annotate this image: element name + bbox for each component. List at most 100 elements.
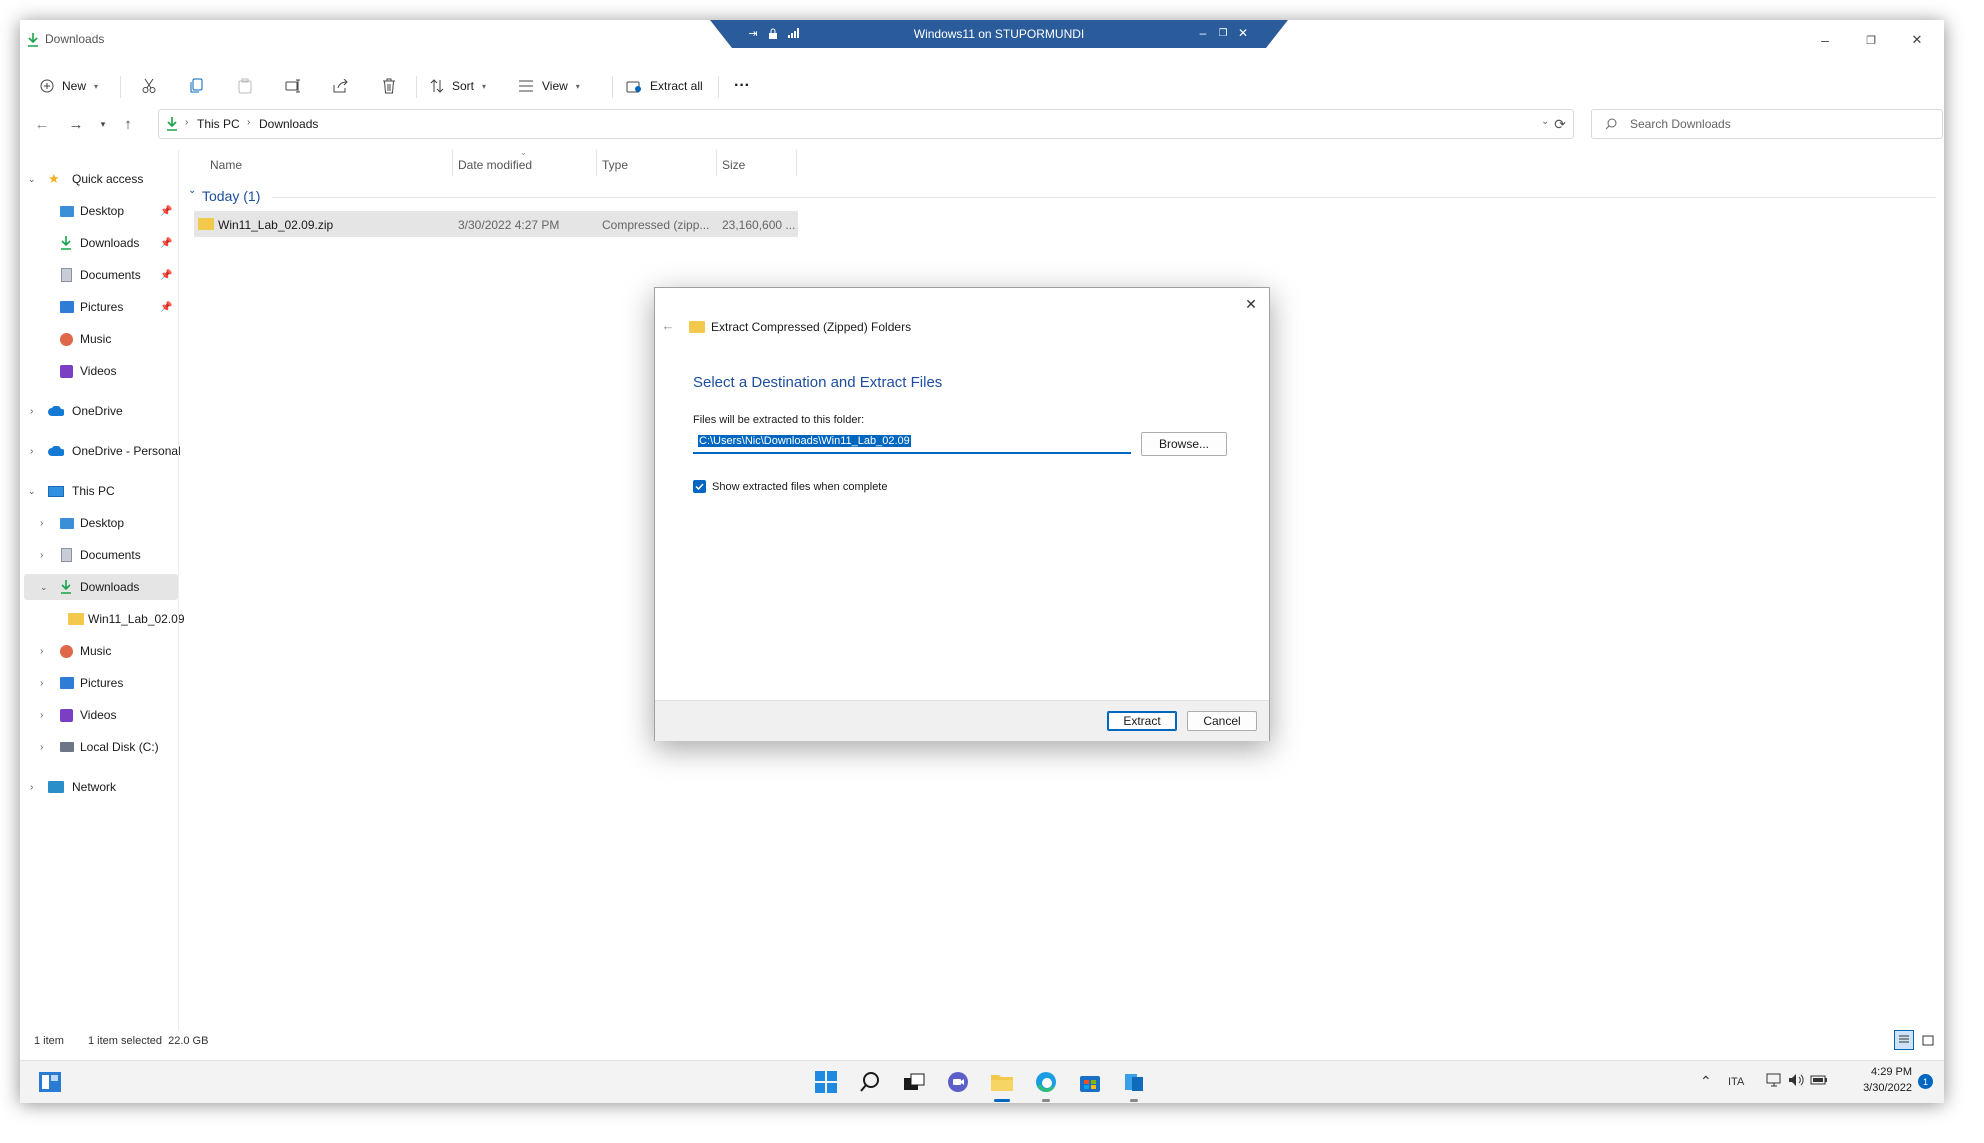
nav-item-desktop[interactable]: Desktop 📌 [20, 198, 178, 224]
search-input[interactable]: Search Downloads [1630, 117, 1731, 131]
nav-item-pc-downloads[interactable]: ⌄ Downloads [24, 574, 178, 600]
nav-item-pc-pictures[interactable]: › Pictures [20, 670, 178, 696]
delete-icon[interactable] [378, 74, 400, 98]
clock-time[interactable]: 4:29 PM [1852, 1066, 1912, 1078]
sort-button[interactable]: Sort ▾ [430, 72, 486, 100]
column-header-size[interactable]: Size [722, 158, 745, 172]
nav-item-onedrive-personal[interactable]: › OneDrive - Personal [20, 438, 181, 464]
extract-all-button[interactable]: Extract all [626, 72, 703, 100]
search-box[interactable]: Search Downloads [1591, 109, 1943, 139]
rdp-connection-bar[interactable]: Windows11 on STUPORMUNDI ⇥ – ❐ ✕ [710, 20, 1288, 48]
clock-date[interactable]: 3/30/2022 [1852, 1082, 1912, 1094]
nav-label: Desktop [80, 204, 125, 218]
nav-item-pictures[interactable]: Pictures 📌 [20, 294, 178, 320]
nav-label: OneDrive [72, 404, 123, 418]
forward-arrow-icon[interactable]: → [66, 114, 86, 134]
edge-icon[interactable] [1030, 1067, 1062, 1097]
widgets-icon[interactable] [34, 1067, 66, 1097]
checkbox-checked-icon[interactable] [693, 480, 706, 493]
column-header-name[interactable]: Name [210, 158, 242, 172]
browse-button[interactable]: Browse... [1141, 432, 1227, 456]
search-icon[interactable] [854, 1067, 886, 1097]
start-icon[interactable] [810, 1067, 842, 1097]
rdp-restore-button[interactable]: ❐ [1216, 26, 1230, 40]
nav-item-local-disk[interactable]: › Local Disk (C:) [20, 734, 178, 760]
chevron-down-icon: ▾ [575, 81, 580, 91]
breadcrumb-downloads[interactable]: Downloads [259, 117, 318, 131]
column-header-date[interactable]: Date modified [458, 158, 532, 172]
rdp-minimize-button[interactable]: – [1196, 26, 1210, 40]
details-view-icon[interactable] [1894, 1030, 1914, 1050]
pin-icon[interactable]: 📌 [160, 302, 172, 313]
nav-item-pc-music[interactable]: › Music [20, 638, 178, 664]
breadcrumb-this-pc[interactable]: This PC [197, 117, 240, 131]
pin-icon[interactable]: 📌 [160, 238, 172, 249]
destination-path-field[interactable]: C:\Users\Nic\Downloads\Win11_Lab_02.09 [693, 432, 1131, 454]
chat-icon[interactable] [942, 1067, 974, 1097]
more-options-button[interactable]: ··· [734, 72, 750, 100]
extract-button[interactable]: Extract [1107, 711, 1177, 731]
copy-icon[interactable] [186, 74, 208, 98]
rename-icon[interactable] [282, 74, 304, 98]
restore-button[interactable]: ❐ [1848, 20, 1894, 60]
volume-icon[interactable] [1788, 1073, 1804, 1087]
chevron-up-icon[interactable]: ⌃ [1700, 1073, 1712, 1090]
chevron-down-icon: ▾ [94, 81, 99, 91]
nav-item-downloads[interactable]: Downloads 📌 [20, 230, 178, 256]
view-button[interactable]: View ▾ [518, 72, 580, 100]
store-icon[interactable] [1074, 1067, 1106, 1097]
active-indicator [994, 1099, 1010, 1102]
paste-icon[interactable] [234, 74, 256, 98]
close-button[interactable]: ✕ [1894, 20, 1940, 60]
pictures-icon [60, 301, 74, 313]
pin-icon[interactable]: 📌 [160, 206, 172, 217]
nav-label: Pictures [80, 676, 124, 690]
cut-icon[interactable] [138, 74, 160, 98]
battery-icon[interactable] [1810, 1073, 1828, 1087]
pictures-icon [60, 677, 74, 689]
nav-item-videos[interactable]: Videos [20, 358, 178, 384]
tiles-view-icon[interactable] [1918, 1030, 1938, 1050]
address-dropdown-icon[interactable]: ⌄ [1541, 116, 1549, 127]
column-header-type[interactable]: Type [602, 158, 628, 172]
group-header-today[interactable]: Today (1) [202, 188, 260, 204]
address-bar[interactable]: › This PC › Downloads ⌄ [158, 109, 1574, 139]
pin-icon[interactable]: 📌 [160, 270, 172, 281]
back-arrow-icon[interactable]: ← [32, 114, 52, 134]
dialog-close-button[interactable]: ✕ [1241, 294, 1261, 314]
remote-app-icon[interactable] [1118, 1067, 1150, 1097]
nav-label: OneDrive - Personal [72, 444, 181, 458]
notification-badge[interactable]: 1 [1918, 1074, 1933, 1089]
file-explorer-icon[interactable] [986, 1067, 1018, 1097]
nav-item-this-pc[interactable]: ⌄ This PC [20, 478, 178, 504]
nav-item-win11-lab-folder[interactable]: Win11_Lab_02.09 [20, 606, 185, 632]
nav-item-music[interactable]: Music [20, 326, 178, 352]
file-row[interactable]: Win11_Lab_02.09.zip 3/30/2022 4:27 PM Co… [194, 211, 798, 237]
nav-item-quick-access[interactable]: ⌄ ★ Quick access [20, 166, 178, 192]
cancel-button[interactable]: Cancel [1187, 711, 1257, 731]
new-button[interactable]: New ▾ [40, 72, 98, 100]
chevron-right-icon: › [30, 445, 34, 457]
nav-item-pc-documents[interactable]: › Documents [20, 542, 178, 568]
group-collapse-icon[interactable]: ⌄ [188, 185, 196, 196]
language-indicator[interactable]: ITA [1728, 1076, 1744, 1088]
show-files-checkbox-row[interactable]: Show extracted files when complete [693, 480, 887, 493]
up-arrow-icon[interactable]: ↑ [118, 114, 138, 134]
refresh-icon[interactable]: ⟳ [1550, 114, 1570, 134]
nav-item-documents[interactable]: Documents 📌 [20, 262, 178, 288]
rdp-close-button[interactable]: ✕ [1236, 26, 1250, 40]
nav-item-pc-videos[interactable]: › Videos [20, 702, 178, 728]
pin-icon[interactable]: ⇥ [746, 26, 760, 40]
dialog-footer: Extract Cancel [655, 700, 1269, 741]
nav-item-onedrive[interactable]: › OneDrive [20, 398, 178, 424]
share-icon[interactable] [330, 74, 352, 98]
dialog-back-arrow-icon[interactable]: ← [659, 316, 677, 334]
recent-locations-icon[interactable]: ▾ [96, 114, 110, 134]
task-view-icon[interactable] [898, 1067, 930, 1097]
nav-item-pc-desktop[interactable]: › Desktop [20, 510, 178, 536]
network-status-icon[interactable] [1766, 1073, 1782, 1087]
nav-item-network[interactable]: › Network [20, 774, 178, 800]
document-icon [61, 548, 72, 562]
chevron-down-icon: ⌄ [28, 173, 36, 184]
minimize-button[interactable]: – [1802, 20, 1848, 60]
